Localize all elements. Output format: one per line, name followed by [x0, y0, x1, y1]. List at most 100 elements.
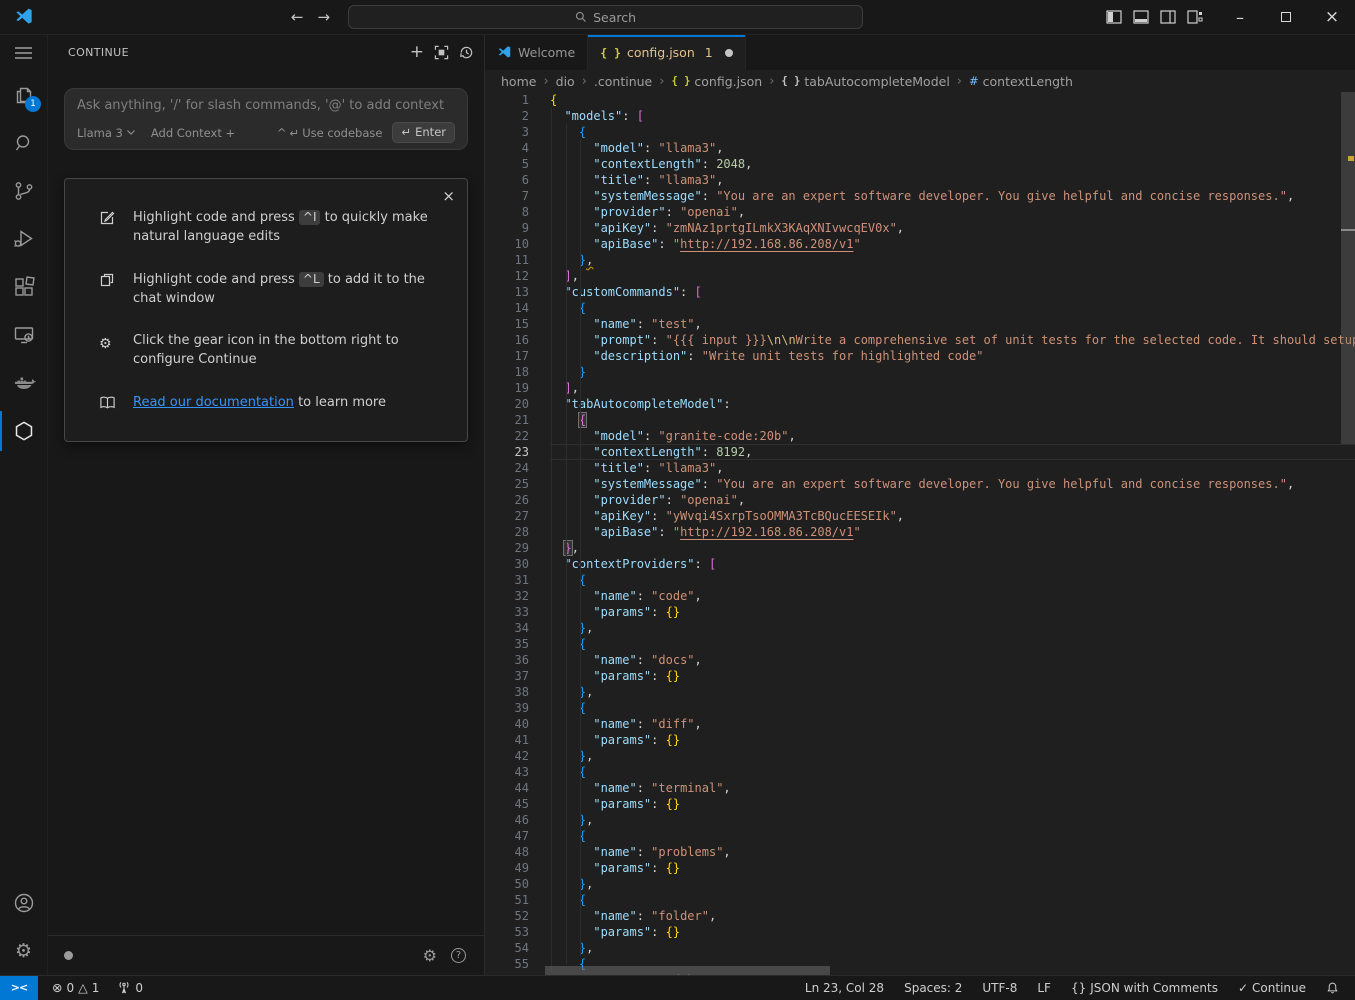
code-line[interactable]: 32 "name": "code", — [485, 588, 1355, 604]
modified-dot-icon[interactable] — [725, 49, 733, 57]
code-line[interactable]: 30 "contextProviders": [ — [485, 556, 1355, 572]
code-line[interactable]: 46 }, — [485, 812, 1355, 828]
code-line[interactable]: 27 "apiKey": "yWvqi4SxrpTsoOMMA3TcBQucEE… — [485, 508, 1355, 524]
code-line[interactable]: 43 { — [485, 764, 1355, 780]
eol-status[interactable]: LF — [1031, 981, 1057, 995]
code-line[interactable]: 5 "contextLength": 2048, — [485, 156, 1355, 172]
code-line[interactable]: 48 "name": "problems", — [485, 844, 1355, 860]
code-line[interactable]: 16 "prompt": "{{{ input }}}\n\nWrite a c… — [485, 332, 1355, 348]
code-line[interactable]: 34 }, — [485, 620, 1355, 636]
code-line[interactable]: 47 { — [485, 828, 1355, 844]
customize-layout-icon[interactable] — [1187, 10, 1203, 24]
code-line[interactable]: 31 { — [485, 572, 1355, 588]
scrollbar-thumb[interactable] — [1341, 92, 1355, 444]
code-line[interactable]: 12 ], — [485, 268, 1355, 284]
code-line[interactable]: 19 ], — [485, 380, 1355, 396]
code-line[interactable]: 54 }, — [485, 940, 1355, 956]
chat-input[interactable]: Ask anything, '/' for slash commands, '@… — [64, 88, 468, 150]
code-line[interactable]: 3 { — [485, 124, 1355, 140]
code-line[interactable]: 40 "name": "diff", — [485, 716, 1355, 732]
configure-gear-icon[interactable]: ⚙ — [423, 948, 437, 964]
settings-gear-icon[interactable]: ⚙ — [0, 927, 47, 975]
code-line[interactable]: 37 "params": {} — [485, 668, 1355, 684]
encoding-status[interactable]: UTF-8 — [976, 981, 1023, 995]
code-editor[interactable]: 1{2 "models": [3 {4 "model": "llama3",5 … — [485, 92, 1355, 975]
code-line[interactable]: 26 "provider": "openai", — [485, 492, 1355, 508]
code-line[interactable]: 36 "name": "docs", — [485, 652, 1355, 668]
code-line[interactable]: 10 "apiBase": "http://192.168.86.208/v1" — [485, 236, 1355, 252]
code-line[interactable]: 51 { — [485, 892, 1355, 908]
vertical-scrollbar[interactable] — [1341, 92, 1355, 975]
problems-status[interactable]: ⊗0 △1 — [46, 980, 105, 995]
account-icon[interactable] — [0, 879, 47, 927]
window-minimize-button[interactable]: – — [1217, 0, 1263, 35]
code-line[interactable]: 50 }, — [485, 876, 1355, 892]
code-line[interactable]: 7 "systemMessage": "You are an expert so… — [485, 188, 1355, 204]
code-line[interactable]: 52 "name": "folder", — [485, 908, 1355, 924]
new-session-button[interactable]: + — [410, 44, 424, 61]
code-line[interactable]: 14 { — [485, 300, 1355, 316]
continue-status[interactable]: ✓ Continue — [1232, 981, 1312, 995]
history-icon[interactable] — [459, 45, 474, 60]
code-line[interactable]: 22 "model": "granite-code:20b", — [485, 428, 1355, 444]
explorer-icon[interactable]: 1 — [0, 71, 47, 119]
code-line[interactable]: 13 "customCommands": [ — [485, 284, 1355, 300]
code-line[interactable]: 39 { — [485, 700, 1355, 716]
code-line[interactable]: 6 "title": "llama3", — [485, 172, 1355, 188]
breadcrumb-item[interactable]: { }tabAutocompleteModel — [781, 74, 949, 89]
search-icon[interactable] — [0, 119, 47, 167]
code-line[interactable]: 41 "params": {} — [485, 732, 1355, 748]
code-line[interactable]: 4 "model": "llama3", — [485, 140, 1355, 156]
help-icon[interactable]: ? — [451, 948, 466, 963]
code-line[interactable]: 18 } — [485, 364, 1355, 380]
screen-full-icon[interactable] — [434, 45, 449, 60]
cursor-position[interactable]: Ln 23, Col 28 — [799, 981, 890, 995]
code-line[interactable]: 21 { — [485, 412, 1355, 428]
code-line[interactable]: 20 "tabAutocompleteModel": — [485, 396, 1355, 412]
window-maximize-button[interactable] — [1263, 0, 1309, 35]
model-selector[interactable]: Llama 3 — [77, 126, 135, 140]
continue-icon[interactable] — [0, 407, 47, 455]
command-center-search[interactable]: Search — [348, 5, 863, 29]
code-line[interactable]: 23 "contextLength": 8192, — [485, 444, 1355, 460]
code-line[interactable]: 53 "params": {} — [485, 924, 1355, 940]
indentation-status[interactable]: Spaces: 2 — [898, 981, 968, 995]
breadcrumb-item[interactable]: home — [501, 74, 536, 89]
breadcrumb-item[interactable]: .continue — [594, 74, 652, 89]
code-line[interactable]: 24 "title": "llama3", — [485, 460, 1355, 476]
extensions-icon[interactable] — [0, 263, 47, 311]
code-line[interactable]: 44 "name": "terminal", — [485, 780, 1355, 796]
code-line[interactable]: 42 }, — [485, 748, 1355, 764]
code-line[interactable]: 9 "apiKey": "zmNAz1prtgILmkX3KAqXNIvwcqE… — [485, 220, 1355, 236]
docker-icon[interactable] — [0, 359, 47, 407]
toggle-secondary-sidebar-icon[interactable] — [1160, 10, 1176, 24]
code-line[interactable]: 35 { — [485, 636, 1355, 652]
toggle-primary-sidebar-icon[interactable] — [1106, 10, 1122, 24]
window-close-button[interactable]: × — [1309, 0, 1355, 35]
code-line[interactable]: 45 "params": {} — [485, 796, 1355, 812]
code-line[interactable]: 33 "params": {} — [485, 604, 1355, 620]
horizontal-scrollbar[interactable] — [545, 966, 830, 975]
code-line[interactable]: 29 }, — [485, 540, 1355, 556]
notifications-bell[interactable] — [1320, 981, 1345, 995]
close-icon[interactable]: × — [442, 187, 455, 205]
code-line[interactable]: 1{ — [485, 92, 1355, 108]
code-line[interactable]: 8 "provider": "openai", — [485, 204, 1355, 220]
enter-button[interactable]: ↵ Enter — [392, 122, 455, 143]
feedback-status[interactable]: 0 — [111, 981, 149, 995]
tab-config-json[interactable]: { } config.json 1 — [588, 35, 746, 70]
breadcrumb-item[interactable]: { }config.json — [671, 74, 762, 89]
breadcrumb[interactable]: home›dio›.continue›{ }config.json›{ }tab… — [485, 70, 1355, 92]
code-line[interactable]: 11 }, — [485, 252, 1355, 268]
breadcrumb-item[interactable]: dio — [556, 74, 575, 89]
add-context-button[interactable]: Add Context + — [151, 126, 235, 140]
code-line[interactable]: 15 "name": "test", — [485, 316, 1355, 332]
nav-forward-icon[interactable]: → — [318, 8, 331, 26]
documentation-link[interactable]: Read our documentation — [133, 395, 294, 410]
tab-welcome[interactable]: Welcome — [485, 35, 588, 70]
breadcrumb-item[interactable]: #contextLength — [969, 74, 1073, 89]
code-line[interactable]: 28 "apiBase": "http://192.168.86.208/v1" — [485, 524, 1355, 540]
code-line[interactable]: 17 "description": "Write unit tests for … — [485, 348, 1355, 364]
code-line[interactable]: 49 "params": {} — [485, 860, 1355, 876]
remote-explorer-icon[interactable] — [0, 311, 47, 359]
